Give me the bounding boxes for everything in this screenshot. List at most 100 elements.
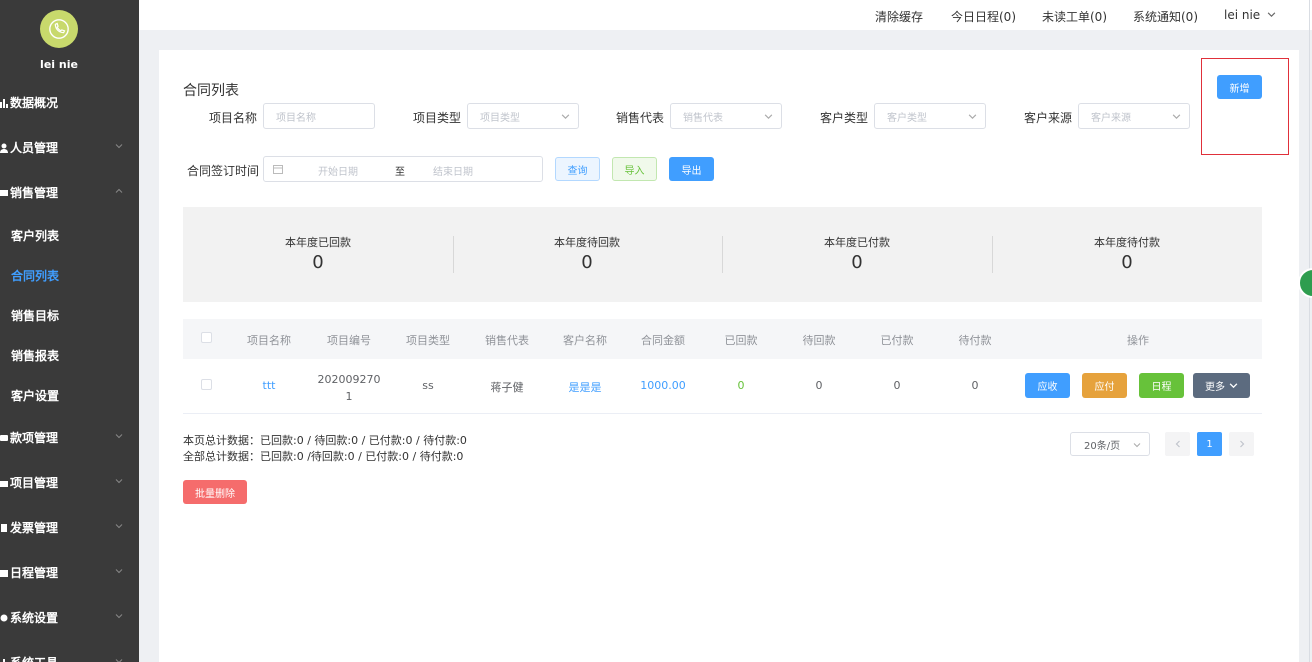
chevron-down-icon xyxy=(1133,443,1141,448)
sidebar-item-dashboard[interactable]: 数据概况 xyxy=(0,80,139,125)
sidebar-item-staff[interactable]: 人员管理 xyxy=(0,125,139,170)
sidebar-subitem-customer-list[interactable]: 客户列表 xyxy=(0,215,139,255)
table-row: ttt 202009270 1 ss 蒋子健 是是是 1000.00 0 0 0… xyxy=(183,359,1262,414)
sidebar-item-label: 系统工具 xyxy=(10,654,58,662)
cell-project-name[interactable]: ttt xyxy=(233,379,305,392)
sidebar-subitem-customer-settings[interactable]: 客户设置 xyxy=(0,375,139,415)
tool-icon xyxy=(3,658,5,662)
stat-divider xyxy=(453,236,454,273)
select-all-checkbox[interactable] xyxy=(201,332,212,343)
cell-amount[interactable]: 1000.00 xyxy=(627,379,699,392)
import-button[interactable]: 导入 xyxy=(612,157,657,181)
project-name-input[interactable]: 项目名称 xyxy=(263,103,375,129)
cell-to-receive: 0 xyxy=(815,379,823,392)
money-icon xyxy=(0,434,8,441)
start-date-input[interactable]: 开始日期 xyxy=(318,163,358,178)
sidebar-subitem-contract-list[interactable]: 合同列表 xyxy=(0,255,139,295)
next-page-button[interactable] xyxy=(1229,432,1254,456)
sidebar-item-schedule[interactable]: 日程管理 xyxy=(0,550,139,595)
scrollbar-edge xyxy=(1309,0,1310,662)
prev-page-button[interactable] xyxy=(1165,432,1190,456)
more-label: 更多 xyxy=(1205,382,1225,393)
more-dropdown-button[interactable]: 更多 xyxy=(1193,373,1250,398)
th-amount: 合同金额 xyxy=(641,334,685,347)
avatar[interactable] xyxy=(40,10,78,48)
sidebar-subitem-sales-report[interactable]: 销售报表 xyxy=(0,335,139,375)
th-actions: 操作 xyxy=(1127,334,1149,347)
chevron-down-icon xyxy=(1172,114,1181,119)
th-sales-rep: 销售代表 xyxy=(485,334,529,347)
sidebar-item-projects[interactable]: 项目管理 xyxy=(0,460,139,505)
sales-rep-select[interactable]: 销售代表 xyxy=(670,103,782,129)
sidebar-menu: 数据概况 人员管理 销售管理 客户列表 合同列表 销售目标 销售报表 客户设置 … xyxy=(0,80,139,662)
page-number-button[interactable]: 1 xyxy=(1197,432,1222,456)
page-size-label: 20条/页 xyxy=(1084,440,1121,452)
system-notice-link[interactable]: 系统通知(0) xyxy=(1133,8,1198,25)
stat-received-ytd: 本年度已回款 0 xyxy=(218,234,418,273)
page-size-select[interactable]: 20条/页 xyxy=(1070,432,1150,456)
chevron-down-icon xyxy=(115,144,123,149)
customer-source-placeholder: 客户来源 xyxy=(1091,112,1131,124)
today-schedule-link[interactable]: 今日日程(0) xyxy=(951,8,1016,25)
new-button[interactable]: 新增 xyxy=(1217,75,1262,99)
sidebar: lei nie 数据概况 人员管理 销售管理 客户列表 合同列表 销售目标 销售… xyxy=(0,0,139,662)
chevron-down-icon xyxy=(764,114,773,119)
sign-date-range-picker[interactable]: 开始日期 至 结束日期 xyxy=(263,156,543,182)
sidebar-item-invoices[interactable]: 发票管理 xyxy=(0,505,139,550)
th-project-name: 项目名称 xyxy=(247,334,291,347)
gear-icon xyxy=(0,614,8,621)
cell-customer[interactable]: 是是是 xyxy=(549,379,621,395)
stat-label: 本年度待付款 xyxy=(1094,236,1160,249)
sidebar-item-label: 项目管理 xyxy=(10,476,59,490)
clear-cache-link[interactable]: 清除缓存 xyxy=(875,8,923,25)
stats-summary: 本年度已回款 0 本年度待回款 0 本年度已付款 0 本年度待付款 0 xyxy=(183,207,1262,302)
unread-orders-link[interactable]: 未读工单(0) xyxy=(1042,8,1107,25)
th-to-receive: 待回款 xyxy=(802,334,836,347)
project-no-line1: 202009270 xyxy=(317,373,381,386)
export-button[interactable]: 导出 xyxy=(669,157,714,181)
stat-label: 本年度已回款 xyxy=(285,236,351,249)
th-paid: 已付款 xyxy=(880,334,914,347)
payable-button[interactable]: 应付 xyxy=(1082,373,1127,398)
project-no-line2: 1 xyxy=(345,390,353,403)
stat-value: 0 xyxy=(581,252,593,273)
customer-source-select[interactable]: 客户来源 xyxy=(1078,103,1190,129)
chevron-down-icon xyxy=(115,659,123,662)
th-received: 已回款 xyxy=(724,334,758,347)
table-header: 项目名称 项目编号 项目类型 销售代表 客户名称 合同金额 已回款 待回款 已付… xyxy=(183,319,1262,359)
sidebar-subitem-sales-target[interactable]: 销售目标 xyxy=(0,295,139,335)
user-menu[interactable]: lei nie xyxy=(1224,8,1276,22)
floating-widget[interactable] xyxy=(1298,268,1312,298)
batch-delete-button[interactable]: 批量删除 xyxy=(183,480,247,504)
cell-project-type: ss xyxy=(422,379,434,392)
stat-label: 本年度已付款 xyxy=(824,236,890,249)
sidebar-item-system-tools[interactable]: 系统工具 xyxy=(0,640,139,662)
highlight-box xyxy=(1201,58,1289,155)
project-type-select[interactable]: 项目类型 xyxy=(467,103,579,129)
user-name: lei nie xyxy=(40,58,78,71)
customer-type-select[interactable]: 客户类型 xyxy=(874,103,986,129)
sidebar-item-label: 日程管理 xyxy=(10,566,59,580)
sidebar-item-payments[interactable]: 款项管理 xyxy=(0,415,139,460)
stat-paid-ytd: 本年度已付款 0 xyxy=(757,234,957,273)
sidebar-item-sales[interactable]: 销售管理 xyxy=(0,170,139,215)
schedule-button[interactable]: 日程 xyxy=(1139,373,1184,398)
stat-value: 0 xyxy=(312,252,324,273)
query-button[interactable]: 查询 xyxy=(555,157,600,181)
date-range-separator: 至 xyxy=(395,167,405,178)
customer-type-label: 客户类型 xyxy=(820,111,869,125)
end-date-input[interactable]: 结束日期 xyxy=(433,163,473,178)
row-checkbox[interactable] xyxy=(201,379,212,390)
calendar-icon xyxy=(273,165,283,174)
stat-divider xyxy=(992,236,993,273)
sidebar-item-label: 数据概况 xyxy=(10,96,59,110)
sidebar-item-system-settings[interactable]: 系统设置 xyxy=(0,595,139,640)
th-project-no: 项目编号 xyxy=(327,334,371,347)
customer-type-placeholder: 客户类型 xyxy=(887,112,927,124)
cell-received: 0 xyxy=(737,379,745,392)
cell-project-no: 202009270 1 xyxy=(313,371,385,405)
sidebar-item-label: 发票管理 xyxy=(10,521,59,535)
stat-value: 0 xyxy=(851,252,863,273)
chevron-down-icon xyxy=(561,114,570,119)
receivable-button[interactable]: 应收 xyxy=(1025,373,1070,398)
